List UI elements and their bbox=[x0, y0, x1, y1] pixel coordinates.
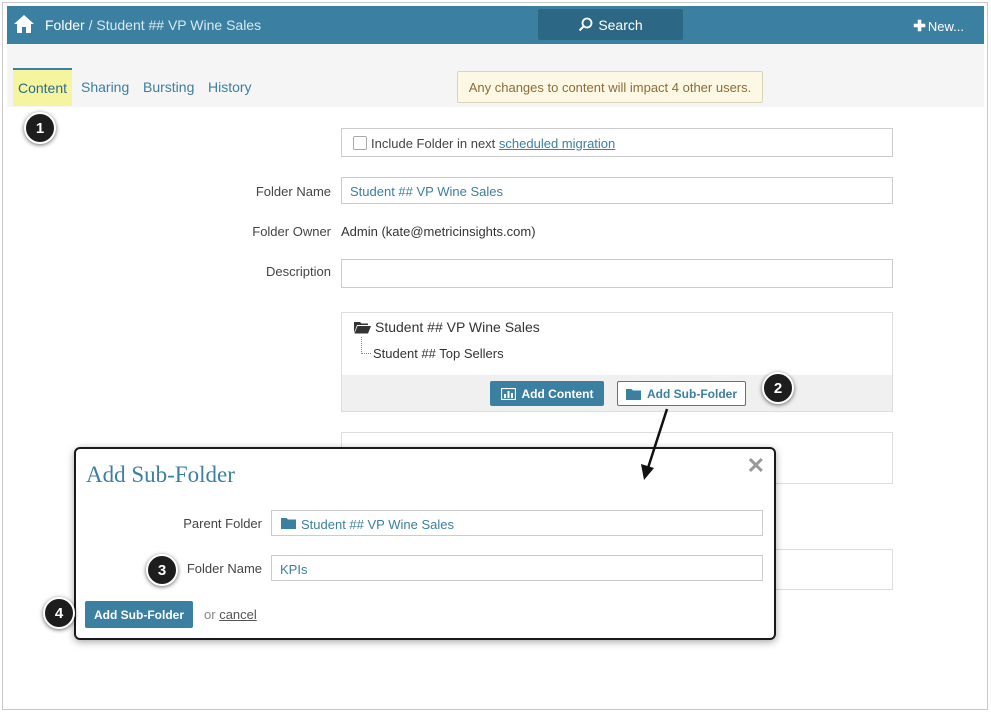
folder-tree-panel: Student ## VP Wine Sales Student ## Top … bbox=[341, 312, 893, 412]
migration-checkbox[interactable] bbox=[353, 136, 367, 150]
subfolder-name-value: KPIs bbox=[280, 562, 308, 577]
parent-folder-value: Student ## VP Wine Sales bbox=[301, 517, 454, 532]
folder-name-label: Folder Name bbox=[255, 184, 331, 199]
plus-icon: ✚ bbox=[913, 18, 926, 35]
breadcrumb: Folder / Student ## VP Wine Sales bbox=[45, 17, 261, 33]
add-content-label: Add Content bbox=[521, 386, 594, 401]
tree-child-item[interactable]: Student ## Top Sellers bbox=[373, 346, 504, 361]
add-subfolder-dialog: Add Sub-Folder ✕ Parent Folder Student #… bbox=[74, 447, 776, 640]
top-bar: Folder / Student ## VP Wine Sales Search… bbox=[7, 6, 984, 44]
search-label: Search bbox=[598, 16, 643, 33]
migration-text: Include Folder in next bbox=[371, 136, 499, 151]
home-icon[interactable] bbox=[13, 14, 35, 34]
folder-owner-label: Folder Owner bbox=[252, 224, 331, 239]
step-badge-1: 1 bbox=[24, 112, 56, 144]
add-subfolder-submit-button[interactable]: Add Sub-Folder bbox=[85, 601, 193, 628]
add-subfolder-button[interactable]: Add Sub-Folder bbox=[617, 381, 746, 406]
breadcrumb-separator: / bbox=[88, 17, 93, 33]
step-badge-3: 3 bbox=[146, 554, 178, 586]
breadcrumb-current: Student ## VP Wine Sales bbox=[96, 17, 262, 33]
subfolder-name-input[interactable]: KPIs bbox=[271, 555, 763, 581]
tab-sharing[interactable]: Sharing bbox=[81, 79, 129, 95]
tree-actions-bar: Add Content Add Sub-Folder bbox=[342, 375, 892, 411]
new-label: New... bbox=[927, 19, 964, 34]
search-icon bbox=[579, 17, 593, 32]
tree-root-item[interactable]: Student ## VP Wine Sales bbox=[354, 319, 540, 335]
new-button[interactable]: ✚ New... bbox=[913, 17, 964, 35]
cancel-link[interactable]: cancel bbox=[219, 607, 257, 622]
tab-bursting[interactable]: Bursting bbox=[143, 79, 194, 95]
description-input[interactable] bbox=[341, 259, 893, 288]
migration-row: Include Folder in next scheduled migrati… bbox=[341, 128, 893, 157]
tab-history[interactable]: History bbox=[208, 79, 252, 95]
close-icon[interactable]: ✕ bbox=[747, 453, 765, 479]
step-badge-2: 2 bbox=[762, 372, 794, 404]
parent-folder-field[interactable]: Student ## VP Wine Sales bbox=[271, 510, 763, 536]
step-badge-4: 4 bbox=[43, 597, 75, 629]
tree-root-label: Student ## VP Wine Sales bbox=[375, 319, 540, 335]
or-text: or bbox=[204, 607, 216, 622]
folder-icon bbox=[626, 388, 641, 400]
chart-icon bbox=[500, 387, 516, 400]
migration-label: Include Folder in next scheduled migrati… bbox=[371, 136, 615, 151]
dialog-title: Add Sub-Folder bbox=[86, 462, 235, 487]
add-subfolder-label: Add Sub-Folder bbox=[647, 386, 737, 401]
parent-folder-label: Parent Folder bbox=[183, 516, 262, 531]
tree-connector bbox=[361, 337, 371, 354]
folder-name-value: Student ## VP Wine Sales bbox=[350, 184, 503, 199]
breadcrumb-folder[interactable]: Folder bbox=[45, 17, 85, 33]
folder-owner-value: Admin (kate@metricinsights.com) bbox=[341, 224, 536, 239]
description-label: Description bbox=[265, 264, 331, 279]
folder-name-input[interactable]: Student ## VP Wine Sales bbox=[341, 177, 893, 204]
scheduled-migration-link[interactable]: scheduled migration bbox=[499, 136, 615, 151]
impact-notice: Any changes to content will impact 4 oth… bbox=[457, 71, 763, 103]
folder-icon bbox=[281, 518, 296, 529]
tab-content[interactable]: Content bbox=[13, 68, 72, 106]
add-content-button[interactable]: Add Content bbox=[490, 381, 604, 406]
folder-open-icon bbox=[354, 321, 371, 333]
or-cancel: or cancel bbox=[204, 607, 257, 622]
search-button[interactable]: Search bbox=[538, 9, 683, 40]
tab-bar: Content Sharing Bursting History Any cha… bbox=[7, 44, 984, 107]
